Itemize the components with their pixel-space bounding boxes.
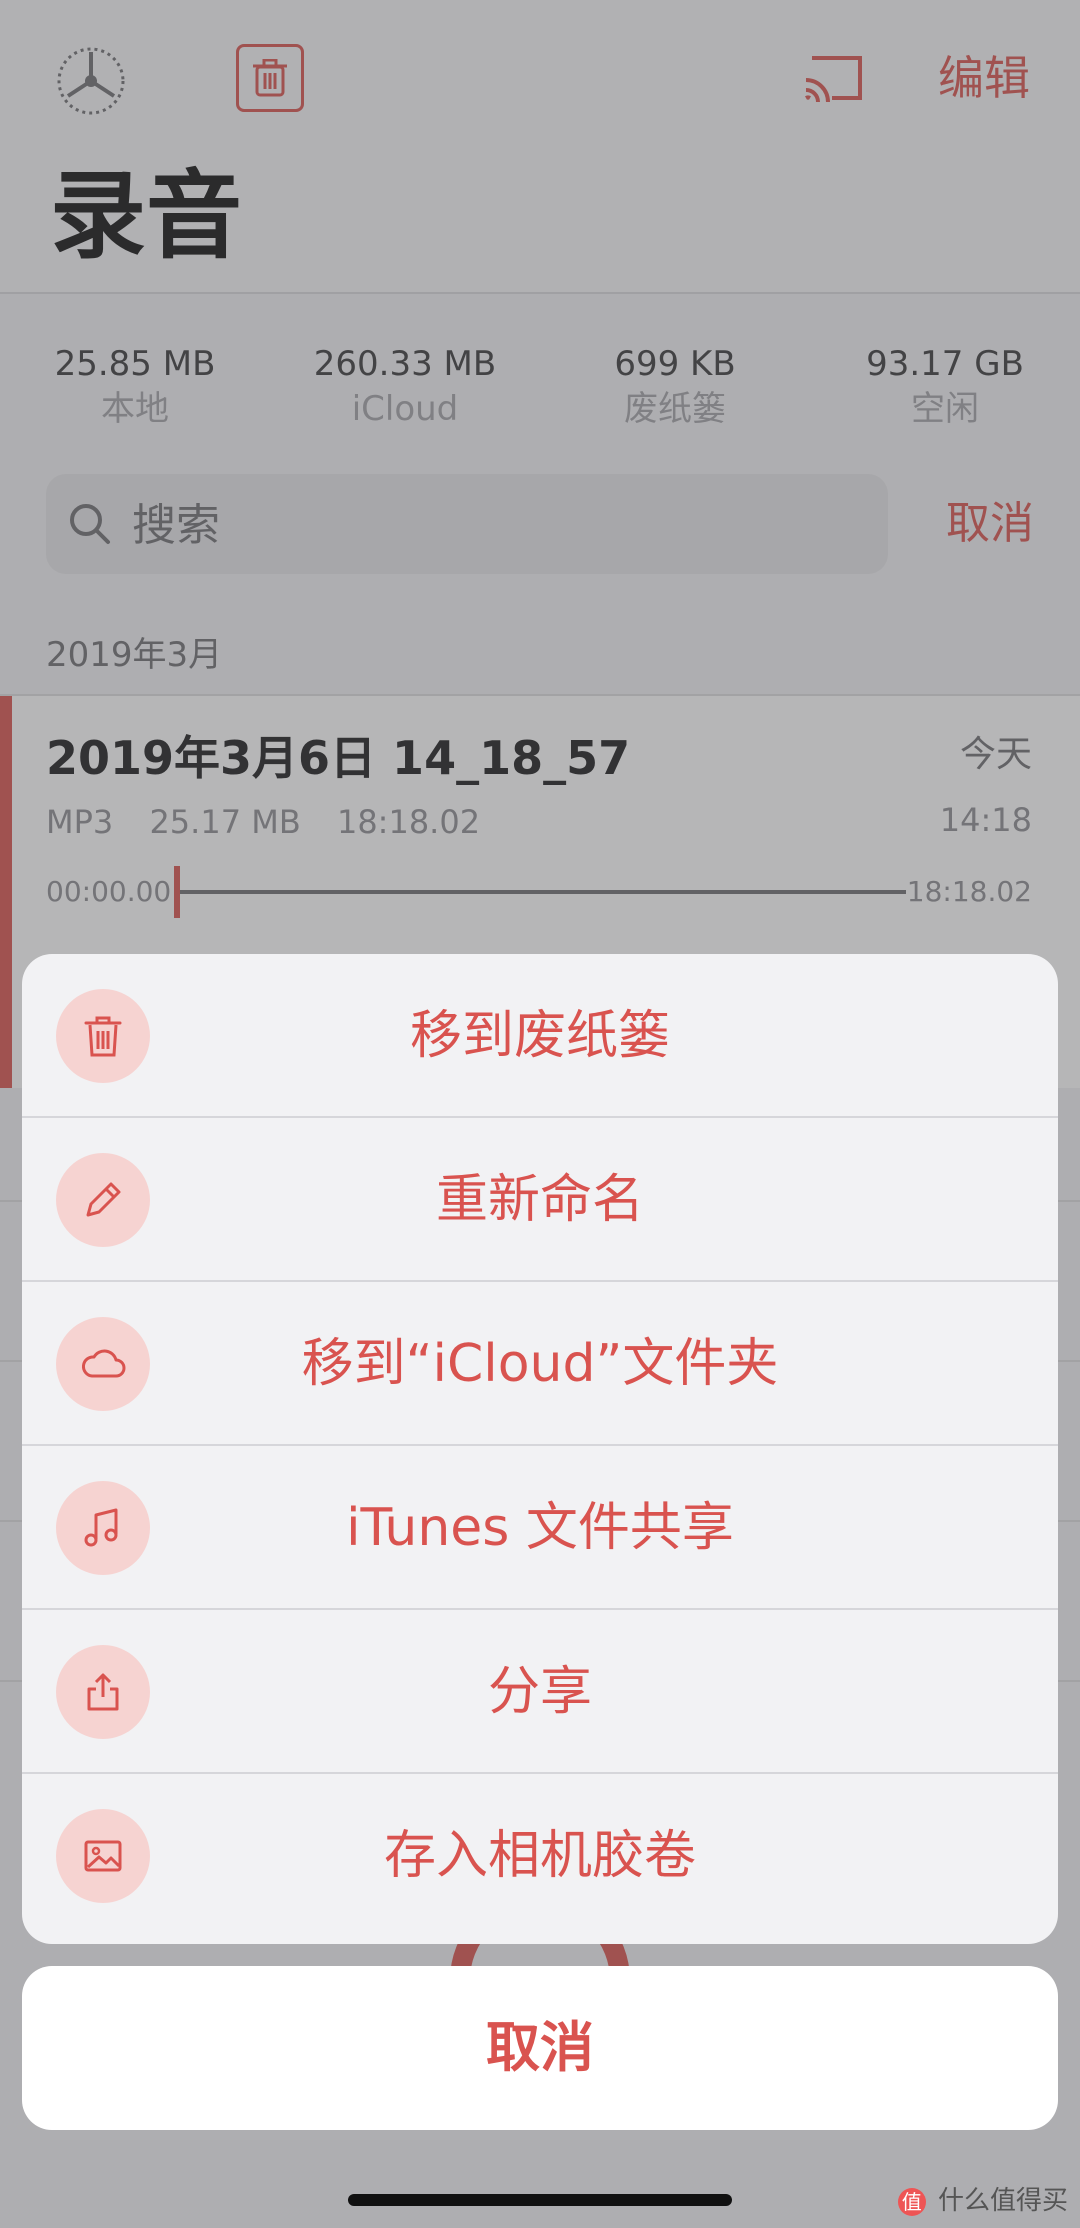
action-save-to-camera-roll[interactable]: 存入相机胶卷 <box>22 1774 1058 1938</box>
action-label: 移到“iCloud”文件夹 <box>301 1334 779 1394</box>
cancel-label: 取消 <box>486 2016 594 2079</box>
action-sheet: 移到废纸篓 重新命名 移到“iCloud”文件夹 iTunes 文件共享 分享 … <box>22 954 1058 1944</box>
action-move-to-trash[interactable]: 移到废纸篓 <box>22 954 1058 1118</box>
watermark-badge: 值 <box>897 2187 926 2216</box>
action-label: iTunes 文件共享 <box>346 1498 734 1558</box>
action-label: 移到废纸篓 <box>409 1006 670 1066</box>
action-label: 分享 <box>487 1662 592 1722</box>
watermark-text: 什么值得买 <box>937 2186 1068 2216</box>
action-label: 存入相机胶卷 <box>383 1826 696 1886</box>
action-itunes-sharing[interactable]: iTunes 文件共享 <box>22 1446 1058 1610</box>
action-label: 重新命名 <box>435 1170 644 1230</box>
action-sheet-cancel-button[interactable]: 取消 <box>22 1966 1058 2130</box>
action-rename[interactable]: 重新命名 <box>22 1118 1058 1282</box>
action-share[interactable]: 分享 <box>22 1610 1058 1774</box>
watermark: 值 什么值得买 <box>897 2186 1068 2216</box>
action-move-to-icloud[interactable]: 移到“iCloud”文件夹 <box>22 1282 1058 1446</box>
screen: 编辑 录音 25.85 MB 本地 260.33 MB iCloud 699 K… <box>0 0 1080 2228</box>
home-indicator[interactable] <box>348 2194 732 2206</box>
